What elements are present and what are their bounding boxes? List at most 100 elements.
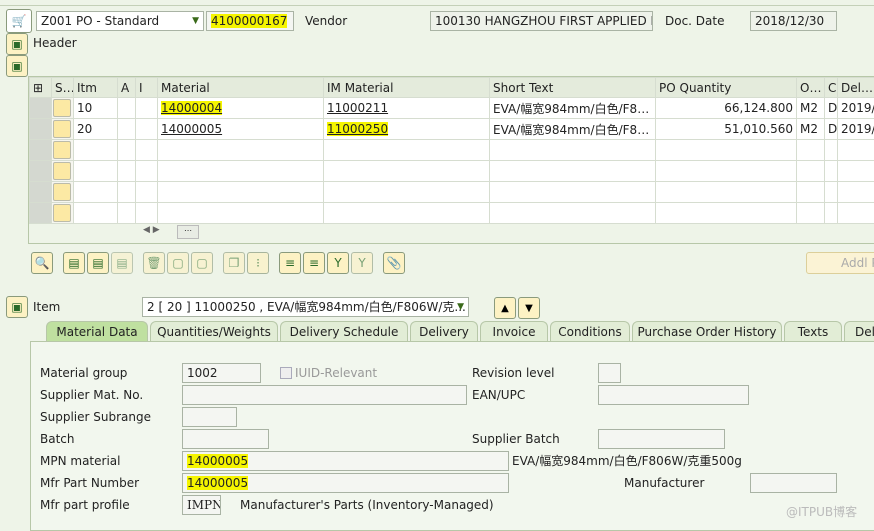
filter-icon[interactable]: Y — [327, 252, 349, 274]
manufacturer-label: Manufacturer — [624, 473, 704, 493]
table-row[interactable]: 10 14000004 11000211 EVA/幅宽984mm/白色/F806… — [30, 98, 874, 119]
deliv-cell[interactable]: 2019/ — [838, 98, 874, 119]
tab-texts[interactable]: Texts — [784, 321, 842, 341]
tab-delivery-address[interactable]: Deli — [844, 321, 874, 341]
col-header[interactable]: OUn — [797, 78, 825, 98]
iuid-label: IUID-Relevant — [295, 366, 377, 380]
a-cell[interactable] — [118, 98, 136, 119]
supplier-batch-label: Supplier Batch — [472, 429, 560, 449]
table-row-empty[interactable] — [30, 182, 874, 203]
add-row-icon[interactable]: ▤ — [63, 252, 85, 274]
c-cell[interactable]: D — [825, 119, 838, 140]
attachment-icon[interactable]: 📎 — [383, 252, 405, 274]
vendor-field[interactable]: 100130 HANGZHOU FIRST APPLIED M... — [430, 11, 653, 31]
remove-filter-icon[interactable]: Y — [351, 252, 373, 274]
oun-cell[interactable]: M2 — [797, 119, 825, 140]
im-material-cell[interactable]: 11000211 — [324, 98, 490, 119]
iuid-checkbox[interactable]: IUID-Relevant — [280, 363, 377, 383]
sort-desc-icon[interactable]: ≡ — [303, 252, 325, 274]
material-cell[interactable]: 14000005 — [158, 119, 324, 140]
doc-date-field[interactable]: 2018/12/30 — [750, 11, 837, 31]
addl-planning-button[interactable]: Addl P — [806, 252, 874, 274]
horizontal-scrollbar[interactable]: ⋯ — [177, 225, 199, 239]
tab-po-history[interactable]: Purchase Order History — [632, 321, 782, 341]
mfr-profile-field[interactable]: IMPN — [182, 495, 221, 515]
table-row-empty[interactable] — [30, 140, 874, 161]
delete-icon[interactable]: 🗑 — [143, 252, 165, 274]
mfr-profile-label: Mfr part profile — [40, 495, 130, 515]
col-header[interactable]: Material — [158, 78, 324, 98]
tab-invoice[interactable]: Invoice — [480, 321, 548, 341]
i-cell[interactable] — [136, 119, 158, 140]
col-header[interactable]: Itm — [74, 78, 118, 98]
col-header[interactable]: A — [118, 78, 136, 98]
col-header[interactable]: Deliv. D — [838, 78, 874, 98]
copy-row-icon[interactable]: ▤ — [111, 252, 133, 274]
col-header[interactable]: Short Text — [490, 78, 656, 98]
copy-icon[interactable]: ❐ — [223, 252, 245, 274]
items-toggle-icon[interactable]: ▣ — [6, 55, 28, 77]
supplier-mat-field[interactable] — [182, 385, 467, 405]
previous-item-icon[interactable]: ▲ — [494, 297, 516, 319]
item-toggle-icon[interactable]: ▣ — [6, 296, 28, 318]
scroll-left-right-icon[interactable]: ◀ ▶ — [143, 225, 160, 235]
tab-material-data[interactable]: Material Data — [46, 321, 148, 341]
item-dropdown[interactable]: 2 [ 20 ] 11000250 , EVA/幅宽984mm/白色/F806W… — [142, 297, 469, 317]
batch-field[interactable] — [182, 429, 269, 449]
itm-cell[interactable]: 20 — [74, 119, 118, 140]
column-settings-icon[interactable]: ⊞ — [30, 78, 52, 98]
col-header[interactable]: I — [136, 78, 158, 98]
im-material-link: 11000250 — [327, 122, 388, 136]
supplier-batch-field[interactable] — [598, 429, 725, 449]
revision-level-field[interactable] — [598, 363, 621, 383]
next-item-icon[interactable]: ▼ — [518, 297, 540, 319]
mfr-part-field[interactable]: 14000005 — [182, 473, 509, 493]
short-text-cell[interactable]: EVA/幅宽984mm/白色/F806... — [490, 119, 656, 140]
a-cell[interactable] — [118, 119, 136, 140]
row-selector[interactable] — [30, 98, 52, 119]
tab-quantities-weights[interactable]: Quantities/Weights — [150, 321, 278, 341]
sort-asc-icon[interactable]: ≡ — [279, 252, 301, 274]
table-row[interactable]: 20 14000005 11000250 EVA/幅宽984mm/白色/F806… — [30, 119, 874, 140]
supplier-subrange-field[interactable] — [182, 407, 237, 427]
tab-delivery-schedule[interactable]: Delivery Schedule — [280, 321, 408, 341]
im-material-cell[interactable]: 11000250 — [324, 119, 490, 140]
col-header[interactable]: S.. — [52, 78, 74, 98]
mpn-field[interactable]: 14000005 — [182, 451, 509, 471]
col-header[interactable]: C — [825, 78, 838, 98]
short-text-cell[interactable]: EVA/幅宽984mm/白色/F806... — [490, 98, 656, 119]
tab-delivery[interactable]: Delivery — [410, 321, 478, 341]
revision-level-label: Revision level — [472, 363, 555, 383]
tab-conditions[interactable]: Conditions — [550, 321, 630, 341]
status-cell[interactable] — [52, 119, 74, 140]
doc-type-dropdown[interactable]: Z001 PO - Standard▼ — [36, 11, 204, 31]
split-icon[interactable]: ⁝ — [247, 252, 269, 274]
table-row-empty[interactable] — [30, 161, 874, 182]
deliv-cell[interactable]: 2019/ — [838, 119, 874, 140]
unlock-icon[interactable]: ▢ — [191, 252, 213, 274]
po-qty-cell[interactable]: 51,010.560 — [656, 119, 797, 140]
table-row-empty[interactable] — [30, 203, 874, 224]
i-cell[interactable] — [136, 98, 158, 119]
col-header[interactable]: PO Quantity — [656, 78, 797, 98]
insert-row-icon[interactable]: ▤ — [87, 252, 109, 274]
itm-cell[interactable]: 10 — [74, 98, 118, 119]
ean-field[interactable] — [598, 385, 749, 405]
cart-icon[interactable]: 🛒 — [6, 9, 32, 33]
c-cell[interactable]: D — [825, 98, 838, 119]
top-divider — [0, 5, 874, 6]
lock-icon[interactable]: ▢ — [167, 252, 189, 274]
chevron-down-icon: ▼ — [192, 13, 199, 30]
material-group-field[interactable]: 1002 — [182, 363, 261, 383]
oun-cell[interactable]: M2 — [797, 98, 825, 119]
checkbox-icon[interactable] — [280, 367, 292, 379]
header-toggle-icon[interactable]: ▣ — [6, 33, 28, 55]
status-cell[interactable] — [52, 98, 74, 119]
manufacturer-field[interactable] — [750, 473, 837, 493]
material-cell[interactable]: 14000004 — [158, 98, 324, 119]
po-qty-cell[interactable]: 66,124.800 — [656, 98, 797, 119]
po-number-field[interactable]: 4100000167 — [206, 11, 294, 31]
col-header[interactable]: IM Material — [324, 78, 490, 98]
details-icon[interactable]: 🔍 — [31, 252, 53, 274]
row-selector[interactable] — [30, 119, 52, 140]
